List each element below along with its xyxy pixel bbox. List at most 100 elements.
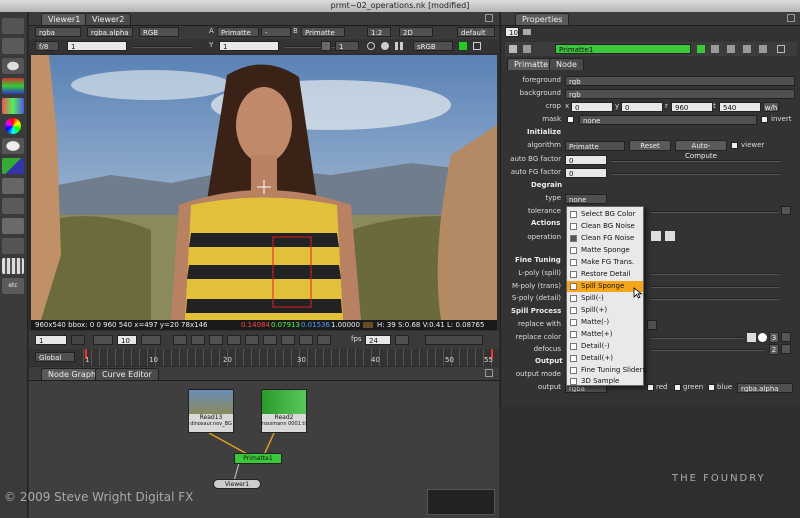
menu-item-restore-detail[interactable]: Restore Detail <box>567 269 643 280</box>
stop-icon[interactable] <box>245 335 259 345</box>
color-wheel-icon[interactable] <box>5 118 21 134</box>
degrain-type-dropdown[interactable]: none <box>565 194 607 204</box>
display-style-dropdown[interactable]: RGB <box>139 27 179 37</box>
menu-item-spill-sponge[interactable]: Spill Sponge <box>567 281 643 292</box>
menu-item-matte-plus[interactable]: Matte(+) <box>567 329 643 340</box>
defocus-slider[interactable] <box>651 349 765 351</box>
prev-frame-icon[interactable] <box>209 335 223 345</box>
refresh-icon[interactable] <box>381 42 389 50</box>
zoom-dropdown[interactable]: 1:2 <box>367 27 391 37</box>
crop-x-field[interactable]: 0 <box>571 102 613 112</box>
viewer-lut-dropdown[interactable]: default <box>457 27 495 37</box>
node-color-icon[interactable] <box>697 45 705 53</box>
auto-bg-slider[interactable] <box>611 160 781 162</box>
crop-wh-button[interactable]: w/h <box>763 102 779 112</box>
skip-forward-icon[interactable] <box>141 335 161 345</box>
green-checkbox[interactable] <box>674 384 681 391</box>
menu-item-matte-sponge[interactable]: Matte Sponge <box>567 245 643 256</box>
play-forward-icon[interactable] <box>263 335 277 345</box>
alpha-output-dropdown[interactable]: rgba.alpha <box>737 383 793 393</box>
roi-icon[interactable] <box>367 42 375 50</box>
blue-checkbox[interactable] <box>708 384 715 391</box>
gain-slider[interactable] <box>133 46 193 48</box>
tab-viewer1[interactable]: Viewer1 <box>41 13 88 25</box>
play-backward-icon[interactable] <box>227 335 241 345</box>
auto-bg-field[interactable]: 0 <box>565 155 607 165</box>
background-dropdown[interactable]: rgb <box>565 89 795 99</box>
3d-tool-icon[interactable] <box>2 218 24 234</box>
replace-color-slider[interactable] <box>651 337 743 339</box>
composite-op-dropdown[interactable]: - <box>261 27 291 37</box>
max-panels-field[interactable]: 10 <box>505 27 519 37</box>
operation-next-icon[interactable] <box>665 231 675 241</box>
mask-dropdown[interactable]: none <box>579 115 757 125</box>
menu-item-clean-fg-noise[interactable]: Clean FG Noise <box>567 233 643 244</box>
fps-field[interactable]: 24 <box>365 335 391 345</box>
transform-tool-icon[interactable] <box>2 198 24 214</box>
metadata-tool-icon[interactable] <box>2 258 24 274</box>
next-keyframe-icon[interactable] <box>299 335 313 345</box>
node-name-field[interactable]: Primatte1 <box>555 44 691 54</box>
color-tool-icon[interactable] <box>2 98 24 114</box>
revert-icon[interactable] <box>759 45 767 53</box>
prev-keyframe-icon[interactable] <box>191 335 205 345</box>
b-input-dropdown[interactable]: Primatte <box>301 27 345 37</box>
menu-item-spill-plus[interactable]: Spill(+) <box>567 305 643 316</box>
range-dropdown[interactable]: Global <box>35 352 75 362</box>
merge-tool-icon[interactable] <box>2 178 24 194</box>
node-read2[interactable]: Read2 rossmann 0001.tif <box>261 389 307 433</box>
filter-tool-icon[interactable] <box>2 138 24 154</box>
replace-color-curve-icon[interactable] <box>781 332 791 342</box>
close-graph-pane-icon[interactable] <box>485 369 493 377</box>
operation-prev-icon[interactable] <box>651 231 661 241</box>
menu-item-select-bg-color[interactable]: Select BG Color <box>567 209 643 220</box>
tolerance-curve-icon[interactable] <box>781 206 791 215</box>
keyer-tool-icon[interactable] <box>2 158 24 174</box>
gamma-field[interactable]: 1 <box>219 41 279 51</box>
mpoly-slider[interactable] <box>651 286 779 288</box>
clip-warning-icon[interactable] <box>473 42 481 50</box>
crop-r-field[interactable]: 960 <box>671 102 713 112</box>
help-icon[interactable] <box>523 45 531 53</box>
skip-back-icon[interactable] <box>93 335 113 345</box>
replace-with-dropdown[interactable] <box>647 320 657 330</box>
tab-viewer2[interactable]: Viewer2 <box>85 13 132 25</box>
frame-range-field[interactable] <box>425 335 483 345</box>
colorspace-dropdown[interactable]: sRGB <box>413 41 453 51</box>
image-tool-icon[interactable] <box>2 18 24 34</box>
view-mode-dropdown[interactable]: 2D <box>399 27 433 37</box>
views-tool-icon[interactable] <box>2 238 24 254</box>
collapse-icon[interactable] <box>509 45 517 53</box>
reset-button[interactable]: Reset <box>629 140 671 151</box>
time-tool-icon[interactable] <box>2 58 24 74</box>
lock-icon[interactable] <box>71 335 85 345</box>
undo-icon[interactable] <box>727 45 735 53</box>
viewer-checkbox[interactable] <box>731 142 738 149</box>
redo-icon[interactable] <box>743 45 751 53</box>
other-tool-icon[interactable]: etc <box>2 278 24 294</box>
crop-y-field[interactable]: 0 <box>621 102 663 112</box>
a-input-dropdown[interactable]: Primatte <box>217 27 259 37</box>
proxy-frame-dropdown[interactable]: 1 <box>335 41 359 51</box>
menu-item-spill-minus[interactable]: Spill(-) <box>567 293 643 304</box>
menu-item-clean-bg-noise[interactable]: Clean BG Noise <box>567 221 643 232</box>
menu-item-detail-minus[interactable]: Detail(-) <box>567 341 643 352</box>
last-frame-icon[interactable] <box>317 335 331 345</box>
invert-checkbox[interactable] <box>761 116 768 123</box>
color-picker-icon[interactable] <box>758 333 767 342</box>
menu-item-3d-sample[interactable]: 3D Sample <box>567 377 643 385</box>
close-pane-icon[interactable] <box>485 14 493 22</box>
red-checkbox[interactable] <box>647 384 654 391</box>
current-frame-field[interactable]: 1 <box>35 335 67 345</box>
crop-t-field[interactable]: 540 <box>719 102 761 112</box>
camera-icon[interactable] <box>321 41 331 51</box>
alpha-channel-dropdown[interactable]: rgba.alpha <box>87 27 133 37</box>
draw-tool-icon[interactable] <box>2 38 24 54</box>
viewer-canvas[interactable] <box>31 55 497 320</box>
fstop-dropdown[interactable]: f/8 <box>35 41 59 51</box>
pin-icon[interactable] <box>523 29 531 35</box>
color-swatch-icon[interactable] <box>747 333 756 342</box>
tab-node[interactable]: Node <box>549 58 584 70</box>
foreground-dropdown[interactable]: rgb <box>565 76 795 86</box>
menu-item-matte-minus[interactable]: Matte(-) <box>567 317 643 328</box>
